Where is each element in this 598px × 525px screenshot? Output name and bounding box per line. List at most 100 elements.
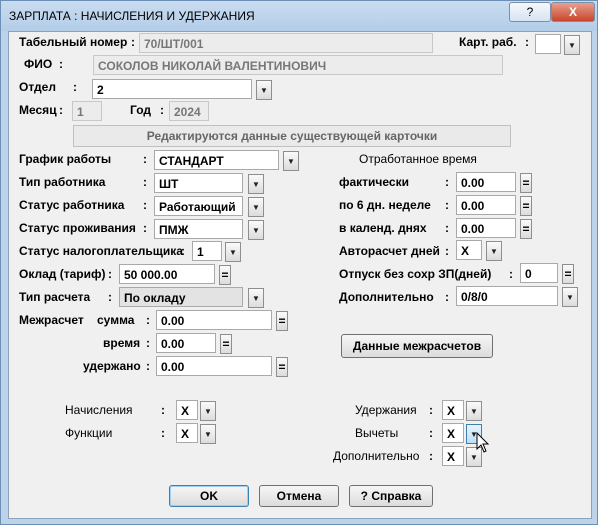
chevron-down-icon: ▼ — [566, 293, 574, 302]
vremya-field[interactable]: 0.00 — [156, 333, 216, 353]
uder-dropdown-button[interactable]: ▼ — [466, 401, 482, 421]
month-field: 1 — [72, 101, 102, 121]
card-label: Карт. раб. — [459, 35, 517, 49]
colon: : — [161, 426, 165, 440]
six-day-field[interactable]: 0.00 — [456, 195, 516, 215]
dialog-window: ЗАРПЛАТА : НАЧИСЛЕНИЯ И УДЕРЖАНИЯ ? X Та… — [0, 0, 598, 525]
uderzh-equals-button[interactable]: = — [276, 357, 288, 377]
chevron-down-icon: ▼ — [260, 86, 268, 95]
nach-dropdown-button[interactable]: ▼ — [200, 401, 216, 421]
otpusk-label: Отпуск без сохр ЗП(дней) — [339, 267, 492, 281]
dialog-client-area: Табельный номер : 70/ШТ/001 Карт. раб. :… — [8, 31, 592, 519]
six-day-label: по 6 дн. неделе — [339, 198, 431, 212]
mouse-pointer-icon — [476, 432, 490, 453]
close-button[interactable]: X — [551, 2, 595, 22]
kal-equals-button[interactable]: = — [520, 219, 532, 239]
help-title-button[interactable]: ? — [509, 2, 551, 22]
status-field[interactable]: Работающий — [154, 196, 243, 216]
dop-dropdown-button[interactable]: ▼ — [562, 287, 578, 307]
fio-field: СОКОЛОВ НИКОЛАЙ ВАЛЕНТИНОВИЧ — [93, 55, 503, 75]
otpusk-field[interactable]: 0 — [520, 263, 558, 283]
cancel-button[interactable]: Отмена — [259, 485, 339, 507]
colon: : — [445, 290, 449, 304]
nalog-dropdown-button[interactable]: ▼ — [225, 242, 241, 262]
otdel-field[interactable]: 2 — [92, 79, 252, 99]
chevron-down-icon: ▼ — [229, 248, 237, 257]
colon: : — [146, 359, 150, 373]
colon: : — [143, 198, 147, 212]
chevron-down-icon: ▼ — [252, 294, 260, 303]
dop-label: Дополнительно — [339, 290, 434, 304]
summa-field[interactable]: 0.00 — [156, 310, 272, 330]
fakt-equals-button[interactable]: = — [520, 173, 532, 193]
colon: : — [445, 244, 449, 258]
fio-label: ФИО — [24, 57, 53, 71]
uderzh-field[interactable]: 0.00 — [156, 356, 272, 376]
oklad-label: Оклад (тариф) — [19, 267, 106, 281]
kal-label: в календ. днях — [339, 221, 427, 235]
colon: : — [445, 198, 449, 212]
six-day-equals-button[interactable]: = — [520, 196, 532, 216]
func-dropdown-button[interactable]: ▼ — [200, 424, 216, 444]
uder-label: Удержания — [355, 403, 417, 417]
colon: : — [146, 336, 150, 350]
uder-field[interactable]: X — [442, 400, 464, 420]
colon: : — [445, 221, 449, 235]
colon: : — [429, 403, 433, 417]
nalog-field[interactable]: 1 — [192, 241, 222, 261]
worked-time-title: Отработанное время — [359, 152, 477, 166]
vych-field[interactable]: X — [442, 423, 464, 443]
colon: : — [73, 80, 77, 94]
nach-field[interactable]: X — [176, 400, 198, 420]
help-button[interactable]: ? Справка — [349, 485, 433, 507]
chevron-down-icon: ▼ — [568, 41, 576, 50]
chevron-down-icon: ▼ — [252, 226, 260, 235]
fakt-field[interactable]: 0.00 — [456, 172, 516, 192]
window-title: ЗАРПЛАТА : НАЧИСЛЕНИЯ И УДЕРЖАНИЯ — [9, 9, 255, 23]
dop-field[interactable]: 0/8/0 — [456, 286, 558, 306]
auto-days-dropdown-button[interactable]: ▼ — [486, 241, 502, 261]
raschet-field[interactable]: По окладу — [119, 287, 243, 307]
otdel-label: Отдел — [19, 80, 56, 94]
card-field[interactable] — [535, 34, 561, 54]
tab-number-field: 70/ШТ/001 — [139, 33, 433, 53]
tip-dropdown-button[interactable]: ▼ — [248, 174, 264, 194]
func-field[interactable]: X — [176, 423, 198, 443]
auto-days-label: Авторасчет дней — [339, 244, 440, 258]
raschet-label: Тип расчета — [19, 290, 91, 304]
prozh-dropdown-button[interactable]: ▼ — [248, 220, 264, 240]
chevron-down-icon: ▼ — [470, 453, 478, 462]
colon: : — [146, 313, 150, 327]
card-dropdown-button[interactable]: ▼ — [564, 35, 580, 55]
edit-status-banner: Редактируются данные существующей карточ… — [73, 125, 511, 147]
vremya-equals-button[interactable]: = — [220, 334, 232, 354]
oklad-equals-button[interactable]: = — [219, 265, 231, 285]
colon: : — [525, 35, 529, 49]
fakt-label: фактически — [339, 175, 409, 189]
uderzh-label: удержано — [83, 359, 141, 373]
oklad-field[interactable]: 50 000.00 — [119, 264, 215, 284]
grafik-field[interactable]: СТАНДАРТ — [154, 150, 279, 170]
mezh-data-button[interactable]: Данные межрасчетов — [341, 334, 493, 358]
mezh-label: Межрасчет — [19, 313, 84, 327]
raschet-dropdown-button[interactable]: ▼ — [248, 288, 264, 308]
colon: : — [509, 267, 513, 281]
title-bar[interactable]: ЗАРПЛАТА : НАЧИСЛЕНИЯ И УДЕРЖАНИЯ ? X — [1, 1, 597, 31]
colon: : — [59, 57, 63, 71]
ok-button[interactable]: OK — [169, 485, 249, 507]
tip-label: Тип работника — [19, 175, 106, 189]
otpusk-equals-button[interactable]: = — [562, 264, 574, 284]
kal-field[interactable]: 0.00 — [456, 218, 516, 238]
prozh-field[interactable]: ПМЖ — [154, 219, 243, 239]
vremya-label: время — [103, 336, 141, 350]
dop-flag-field[interactable]: X — [442, 446, 464, 466]
tip-field[interactable]: ШТ — [154, 173, 243, 193]
colon: : — [161, 403, 165, 417]
colon: : — [143, 152, 147, 166]
grafik-dropdown-button[interactable]: ▼ — [283, 151, 299, 171]
summa-equals-button[interactable]: = — [276, 311, 288, 331]
auto-days-field[interactable]: X — [456, 240, 482, 260]
otdel-dropdown-button[interactable]: ▼ — [256, 80, 272, 100]
grafik-label: График работы — [19, 152, 112, 166]
status-dropdown-button[interactable]: ▼ — [248, 197, 264, 217]
